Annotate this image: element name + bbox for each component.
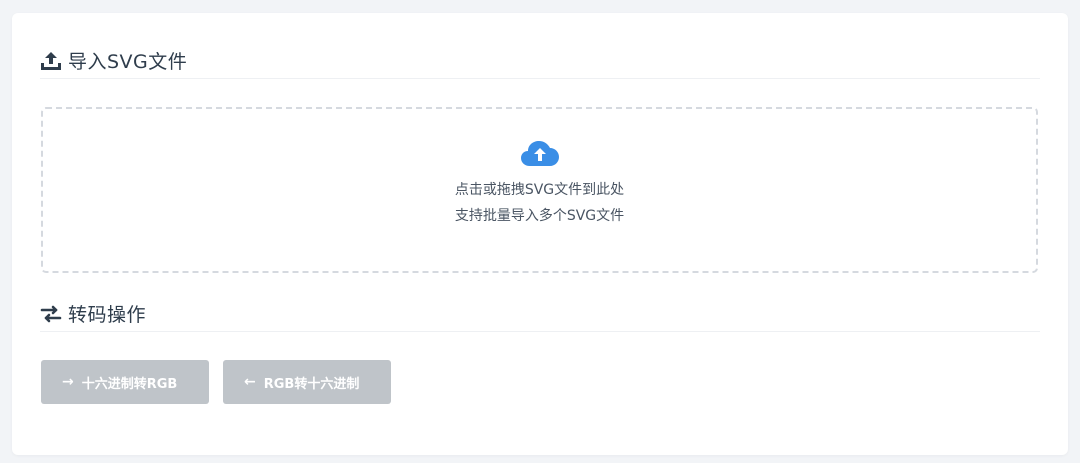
rgb-to-hex-label: RGB转十六进制 xyxy=(263,376,360,392)
convert-section-title: 转码操作 xyxy=(68,304,147,326)
cloud-upload-icon xyxy=(520,139,560,169)
upload-icon xyxy=(40,50,62,72)
import-section-title: 导入SVG文件 xyxy=(68,51,188,73)
hex-to-rgb-button[interactable]: → 十六进制转RGB xyxy=(41,360,209,404)
rgb-to-hex-button[interactable]: ← RGB转十六进制 xyxy=(223,360,391,404)
hex-to-rgb-label: 十六进制转RGB xyxy=(81,376,178,392)
exchange-icon xyxy=(40,303,62,325)
svg-dropzone[interactable]: 点击或拖拽SVG文件到此处 支持批量导入多个SVG文件 xyxy=(41,107,1038,273)
arrow-left-icon: ← xyxy=(244,374,256,390)
arrow-right-icon: → xyxy=(62,374,74,390)
convert-buttons: → 十六进制转RGB ← RGB转十六进制 xyxy=(41,360,391,404)
import-section-header: 导入SVG文件 xyxy=(40,43,1040,79)
convert-section-header: 转码操作 xyxy=(40,296,1040,332)
dropzone-primary-text: 点击或拖拽SVG文件到此处 xyxy=(454,182,625,198)
dropzone-secondary-text: 支持批量导入多个SVG文件 xyxy=(454,208,625,224)
main-card: 导入SVG文件 点击或拖拽SVG文件到此处 支持批量导入多个SVG文件 转码操作… xyxy=(12,13,1068,455)
